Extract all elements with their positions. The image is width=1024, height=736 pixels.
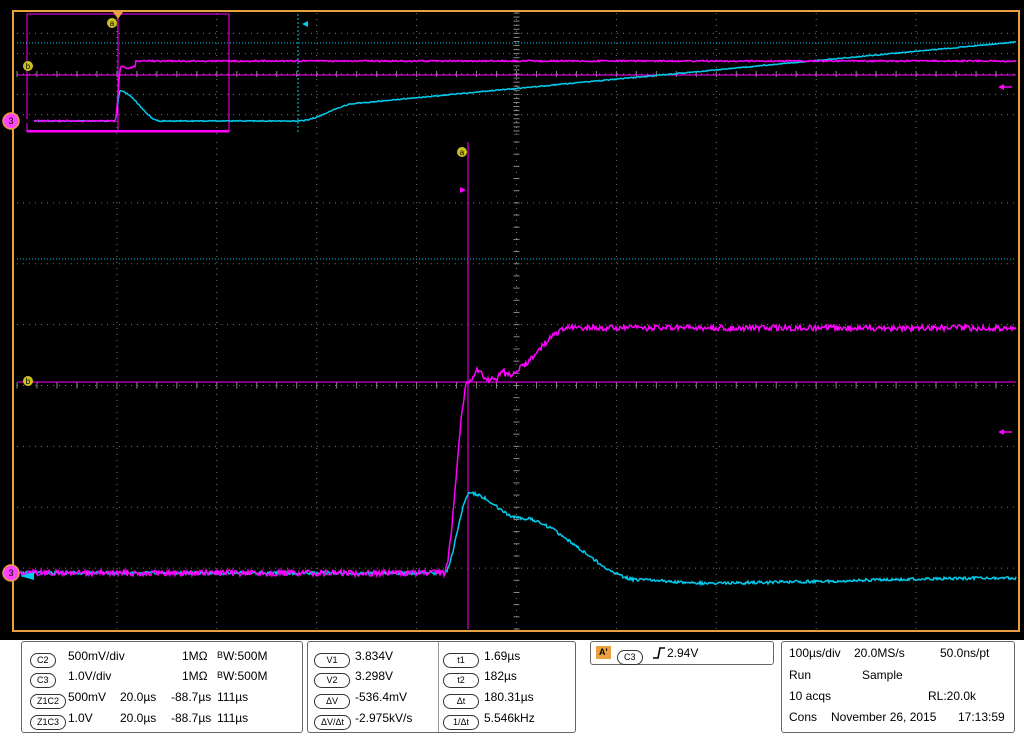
time-per-div: 100µs/div [789, 646, 841, 660]
svg-text:3: 3 [8, 568, 13, 578]
acquisition-mode: Sample [862, 668, 903, 682]
zoom-ch2-position: 111µs [217, 690, 249, 704]
inverse-dt-badge: 1/Δt [443, 715, 479, 730]
record-length: RL:20.0k [928, 689, 977, 703]
acquisition-panel[interactable]: 100µs/div 20.0MS/s 50.0ns/pt Run Sample … [781, 641, 1015, 733]
oscilloscope-display: a b a b 3 3 [0, 0, 1024, 640]
time: 17:13:59 [958, 710, 1005, 724]
zoom-ch3-timediv: 20.0µs [120, 711, 157, 725]
marker-a-overview[interactable]: a [107, 18, 117, 28]
ch2-impedance: 1MΩ [182, 649, 208, 663]
ch2-scale: 500mV/div [68, 649, 125, 663]
svg-text:b: b [26, 62, 31, 71]
overview-panel [16, 12, 1017, 136]
zoom-ch3-position: 111µs [217, 711, 249, 725]
delta-v-badge: ΔV [314, 694, 350, 709]
ch2-bandwidth: BW:500M [217, 649, 268, 663]
channel-settings-panel[interactable]: C2 500mV/div 1MΩ BW:500M C3 1.0V/div 1MΩ… [21, 641, 303, 733]
sample-rate: 20.0MS/s [854, 646, 905, 660]
trigger-level: 2.94V [667, 646, 699, 660]
delta-v-value: -536.4mV [355, 690, 408, 704]
rising-edge-icon [652, 646, 666, 666]
trigger-panel[interactable]: A' C3 2.94V [590, 641, 774, 665]
marker-b-overview[interactable]: b [23, 61, 33, 71]
v1-value: 3.834V [355, 649, 394, 663]
time-resolution: 50.0ns/pt [940, 646, 990, 660]
svg-text:3: 3 [8, 116, 13, 126]
ch3-impedance: 1MΩ [182, 669, 208, 683]
svg-text:a: a [460, 148, 465, 157]
waveform-canvas: a b a b 3 3 [2, 10, 1020, 632]
delta-t-value: 180.31µs [484, 690, 534, 704]
marker-b-zoom[interactable]: b [23, 376, 33, 386]
t2-value: 182µs [484, 669, 517, 683]
delta-t-badge: Δt [443, 694, 479, 709]
dv-dt-badge: ΔV/Δt [314, 715, 352, 730]
ch3-scale: 1.0V/div [68, 669, 112, 683]
cons-label: Cons [789, 710, 818, 724]
zoom-panel [16, 141, 1017, 630]
t2-badge: t2 [443, 673, 479, 688]
run-state[interactable]: Run [789, 665, 811, 685]
panel-separator [17, 135, 1016, 142]
zoom-ch3-offset: -88.7µs [171, 711, 212, 725]
trigger-source-badge[interactable]: C3 [617, 650, 643, 665]
inverse-dt-value: 5.546kHz [484, 711, 535, 725]
cursor-readout-panel[interactable]: V1 3.834V t1 1.69µs V2 3.298V t2 182µs Δ… [307, 641, 576, 733]
zoom-ch2-scale: 500mV [68, 690, 107, 704]
v2-badge: V2 [314, 673, 350, 688]
svg-text:b: b [26, 377, 31, 386]
acquisition-count: 10 acqs [789, 689, 832, 703]
ch3-badge[interactable]: C3 [30, 673, 56, 688]
v2-value: 3.298V [355, 669, 394, 683]
date: November 26, 2015 [831, 710, 937, 724]
ch3-bandwidth: BW:500M [217, 669, 268, 683]
zoom-ch3-scale: 1.0V [68, 711, 93, 725]
svg-text:a: a [110, 19, 115, 28]
marker-a-zoom[interactable]: a [457, 147, 467, 157]
t1-value: 1.69µs [484, 649, 521, 663]
zoom-ch2-badge[interactable]: Z1C2 [30, 694, 67, 709]
zoom-ch3-badge[interactable]: Z1C3 [30, 715, 67, 730]
zoom-ch2-timediv: 20.0µs [120, 690, 157, 704]
dv-dt-value: -2.975kV/s [355, 711, 413, 725]
zoom-ch2-offset: -88.7µs [171, 690, 212, 704]
trigger-mode-badge[interactable]: A' [596, 646, 611, 659]
